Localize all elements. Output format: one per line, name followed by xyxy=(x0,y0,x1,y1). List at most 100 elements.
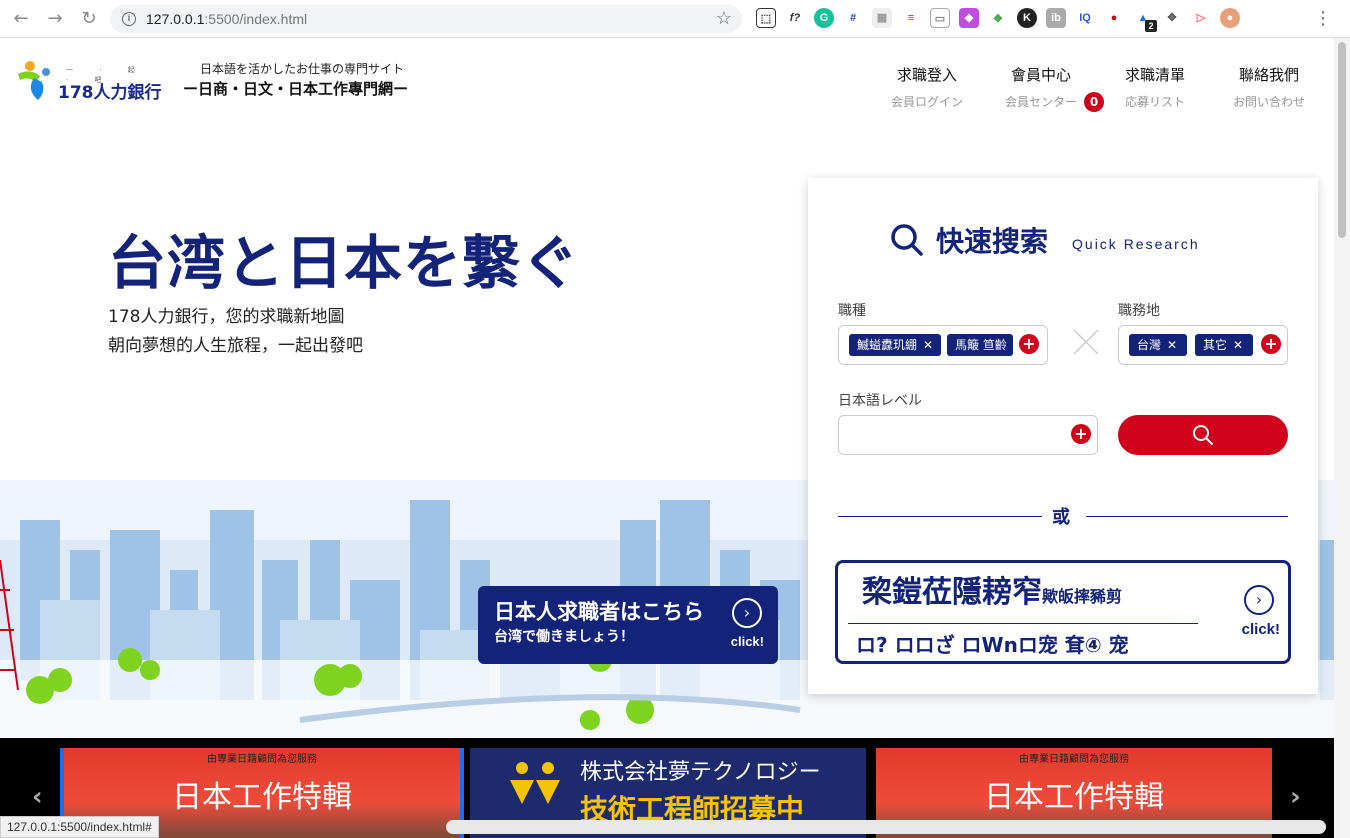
color-ext-icon[interactable]: ◆ xyxy=(959,8,979,28)
tagline-zh: ー日商・日文・日本工作專門網ー xyxy=(183,80,409,98)
main-nav: 求職登入 会員ログイン 會員中心 会員センター 求職清單 応募リスト 0 聯絡我… xyxy=(870,64,1334,112)
japanese-level-label: 日本語レベル xyxy=(838,393,922,409)
back-icon[interactable]: ← xyxy=(8,8,34,29)
move-ext-icon[interactable]: ✥ xyxy=(1162,8,1182,28)
logo-text: 178人力銀行 xyxy=(58,83,162,103)
search-icon xyxy=(1193,425,1213,445)
search-title: 快速搜索 xyxy=(936,225,1049,258)
font-ext-icon[interactable]: f? xyxy=(785,8,805,28)
info-icon[interactable]: i xyxy=(122,12,136,26)
bookmark-star-icon[interactable]: ☆ xyxy=(716,8,732,29)
or-text: 或 xyxy=(1052,507,1070,528)
job-chip-1[interactable]: 鰄螠纛玑綳 ✕ xyxy=(849,334,941,356)
job-type-field[interactable]: 鰄螠纛玑綳 ✕ 馬簸 笪齡 + xyxy=(838,325,1048,365)
grammarly-ext-icon[interactable]: G xyxy=(814,8,834,28)
add-job-type-icon[interactable]: + xyxy=(1019,334,1039,354)
logo-figure-icon xyxy=(18,61,50,100)
hero-subtitle-1: 178人力銀行，您的求職新地圖 xyxy=(108,307,345,327)
iq-ext-icon[interactable]: IQ xyxy=(1075,8,1095,28)
crop-ext-icon[interactable]: # xyxy=(843,8,863,28)
url-path: :5500/index.html xyxy=(204,11,308,27)
banner3-top-text: 由專業日籍顧問為您服務 xyxy=(1019,754,1129,765)
add-location-icon[interactable]: + xyxy=(1261,334,1281,354)
browser-menu-icon[interactable]: ⋮ xyxy=(1314,8,1332,29)
extension-icons: ⬚ f? G # ▦ ≡ ▭ ◆ ◆ K ib IQ ● ▲ 2 ✥ ▷ ● xyxy=(756,8,1240,32)
site-logo[interactable]: 一 · 起 · 吧 178人力銀行 xyxy=(16,60,166,103)
tw-btn-title-small: 歟皈摔豨剪 xyxy=(1042,587,1123,606)
bars-ext-icon[interactable]: ≡ xyxy=(901,8,921,28)
location-field[interactable]: 台灣 ✕ 其它 ✕ + xyxy=(1118,325,1288,365)
hero-title: 台湾と日本を繋ぐ xyxy=(108,229,581,297)
jp-btn-click-label: click! xyxy=(730,634,764,649)
yume-logo-icon xyxy=(510,762,560,804)
nav-contact[interactable]: 聯絡我們 お問い合わせ xyxy=(1212,64,1326,110)
job-type-label: 職種 xyxy=(838,303,866,319)
banner1-top-text: 由專業日籍顧問為您服務 xyxy=(207,754,317,765)
search-icon xyxy=(891,224,923,256)
briefcase-ext-icon[interactable]: ▭ xyxy=(930,8,950,28)
horizontal-scrollbar[interactable] xyxy=(446,820,1326,834)
nav-login[interactable]: 求職登入 会員ログイン xyxy=(870,64,984,110)
search-panel-header: 快速搜索 Quick Research xyxy=(890,220,1200,260)
k-ext-icon[interactable]: K xyxy=(1017,8,1037,28)
tw-btn-title-main: 棃鎧莅隱耪窄 xyxy=(862,575,1042,610)
nav-login-sub: 会員ログイン xyxy=(890,95,963,109)
tagline-jp: 日本語を活かしたお仕事の専門サイト xyxy=(200,62,405,76)
page-scrollbar[interactable] xyxy=(1334,38,1350,838)
nav-member-label: 會員中心 xyxy=(1010,66,1071,84)
jp-btn-subtitle: 台湾で働きましょう！ xyxy=(494,629,634,645)
job-list-count-badge: 0 xyxy=(1084,92,1104,112)
location-chip-1-label: 台灣 xyxy=(1137,338,1162,352)
profile-avatar[interactable]: ● xyxy=(1220,8,1240,28)
japanese-level-field[interactable]: + xyxy=(838,415,1098,455)
ib-ext-icon[interactable]: ib xyxy=(1046,8,1066,28)
tw-btn-click-label: click! xyxy=(1241,621,1280,638)
banner1-main-text: 日本工作特輯 xyxy=(172,780,352,815)
grid-ext-icon[interactable]: ▦ xyxy=(872,8,892,28)
carousel-prev-icon[interactable]: ‹ xyxy=(32,782,43,812)
jp-btn-title: 日本人求職者はこちら xyxy=(494,600,704,624)
quick-search-panel: 快速搜索 Quick Research 職種 鰄螠纛玑綳 ✕ 馬簸 笪齡 + 職務… xyxy=(808,178,1318,694)
add-level-icon[interactable]: + xyxy=(1071,424,1091,444)
search-button[interactable] xyxy=(1118,415,1288,455)
or-divider-right xyxy=(1086,516,1288,517)
banner2-line1: 株式会社夢テクノロジー xyxy=(580,760,821,785)
taiwan-job-seeker-button[interactable]: 棃鎧莅隱耪窄歟皈摔豨剪 ロ? ロロざ ロWnロ宠 耷④ 宠 › click! xyxy=(835,560,1291,664)
tw-btn-divider xyxy=(848,623,1198,624)
chevron-right-icon: › xyxy=(1244,585,1274,615)
nav-login-label: 求職登入 xyxy=(896,66,957,84)
arrow-ext-icon[interactable]: ▷ xyxy=(1191,8,1211,28)
banner3-main-text: 日本工作特輯 xyxy=(984,780,1164,815)
carousel-next-icon[interactable]: › xyxy=(1290,782,1301,812)
nav-joblist-sub: 応募リスト xyxy=(1124,95,1185,109)
japanese-job-seeker-button[interactable]: 日本人求職者はこちら 台湾で働きましょう！ › click! xyxy=(478,586,778,664)
status-bar-url: 127.0.0.1:5500/index.html# xyxy=(0,816,159,838)
lock-ext-icon[interactable]: ▲ 2 xyxy=(1133,8,1157,32)
remove-chip-icon[interactable]: ✕ xyxy=(923,338,933,352)
nav-contact-sub: お問い合わせ xyxy=(1232,95,1305,109)
address-bar[interactable]: i 127.0.0.1:5500/index.html ☆ xyxy=(110,5,742,33)
job-chip-2[interactable]: 馬簸 笪齡 xyxy=(947,334,1013,356)
job-chip-1-label: 鰄螠纛玑綳 xyxy=(857,338,918,352)
remove-chip-icon[interactable]: ✕ xyxy=(1233,338,1243,352)
nav-member-sub: 会員センター xyxy=(1004,95,1077,109)
mic-ext-icon[interactable]: ● xyxy=(1104,8,1124,28)
reload-icon[interactable]: ↻ xyxy=(76,8,102,29)
location-chip-2[interactable]: 其它 ✕ xyxy=(1195,334,1253,356)
remove-chip-icon[interactable]: ✕ xyxy=(1167,338,1177,352)
url-host: 127.0.0.1 xyxy=(146,11,205,27)
tw-btn-title: 棃鎧莅隱耪窄歟皈摔豨剪 xyxy=(862,567,1122,611)
forward-icon[interactable]: → xyxy=(42,8,68,29)
diamond-ext-icon[interactable]: ◆ xyxy=(988,8,1008,28)
screenshot-ext-icon[interactable]: ⬚ xyxy=(756,8,776,28)
chevron-right-icon: › xyxy=(732,598,762,628)
search-title-en: Quick Research xyxy=(1072,236,1200,252)
location-chip-1[interactable]: 台灣 ✕ xyxy=(1129,334,1187,356)
ext-badge: 2 xyxy=(1145,20,1157,32)
nav-member-center[interactable]: 會員中心 会員センター xyxy=(984,64,1098,110)
scrollbar-thumb[interactable] xyxy=(1338,42,1346,238)
nav-job-list[interactable]: 求職清單 応募リスト 0 xyxy=(1084,64,1212,112)
divider-x-icon xyxy=(1073,329,1099,355)
nav-contact-label: 聯絡我們 xyxy=(1238,66,1299,84)
tw-btn-subtitle: ロ? ロロざ ロWnロ宠 耷④ 宠 xyxy=(856,633,1129,657)
